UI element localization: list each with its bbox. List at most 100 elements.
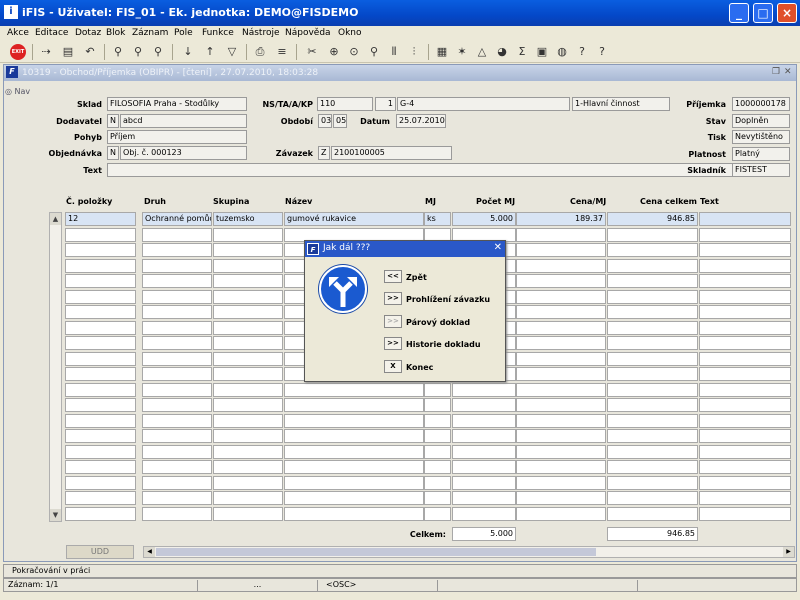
table-cell-empty[interactable] (607, 259, 698, 273)
table-cell-empty[interactable] (452, 383, 516, 397)
table-cell-nazev[interactable]: gumové rukavice (284, 212, 424, 226)
menu-nastroje[interactable]: Nástroje (242, 28, 280, 38)
table-cell-empty[interactable] (65, 352, 136, 366)
calendar-icon[interactable]: ▦ (434, 44, 450, 60)
table-cell-empty[interactable] (142, 290, 212, 304)
exit-icon[interactable]: EXIT (10, 44, 26, 60)
table-cell-empty[interactable] (65, 414, 136, 428)
menu-zaznam[interactable]: Záznam (132, 28, 168, 38)
menu-funkce[interactable]: Funkce (202, 28, 234, 38)
prohlizeni-zavazku-button[interactable]: >> (384, 292, 402, 305)
table-cell-empty[interactable] (699, 321, 791, 335)
sum-icon[interactable]: Σ (514, 44, 530, 60)
table-cell-empty[interactable] (607, 383, 698, 397)
table-cell-empty[interactable] (699, 398, 791, 412)
table-cell-empty[interactable] (142, 367, 212, 381)
table-cell-empty[interactable] (607, 290, 698, 304)
table-cell-empty[interactable] (284, 491, 424, 505)
table-cell-empty[interactable] (213, 305, 283, 319)
table-cell-empty[interactable] (142, 445, 212, 459)
scroll-right-icon[interactable]: ▶ (783, 547, 794, 557)
save-icon[interactable]: ⇢ (38, 44, 54, 60)
table-cell-empty[interactable] (607, 274, 698, 288)
excel-icon[interactable]: ▣ (534, 44, 550, 60)
scroll-up-icon[interactable]: ▲ (50, 213, 61, 225)
scroll-left-icon[interactable]: ◀ (144, 547, 155, 557)
table-cell-empty[interactable] (516, 445, 606, 459)
table-cell-empty[interactable] (213, 507, 283, 521)
table-cell-empty[interactable] (65, 321, 136, 335)
table-cell-empty[interactable] (142, 321, 212, 335)
table-cell-empty[interactable] (607, 445, 698, 459)
table-cell-cena_celkem[interactable]: 946.85 (607, 212, 698, 226)
table-cell-empty[interactable] (65, 383, 136, 397)
help-icon[interactable]: ? (594, 44, 610, 60)
dialog-close-icon[interactable]: ✕ (494, 242, 502, 253)
table-cell-empty[interactable] (213, 290, 283, 304)
table-cell-skupina[interactable]: tuzemsko (213, 212, 283, 226)
dodavatel-flag[interactable]: N (107, 114, 119, 128)
ns-field[interactable]: 110 (317, 97, 373, 111)
table-cell-empty[interactable] (142, 491, 212, 505)
objednavka-field[interactable]: Obj. č. 000123 (120, 146, 247, 160)
table-cell-empty[interactable] (452, 476, 516, 490)
table-cell-empty[interactable] (213, 367, 283, 381)
table-cell-empty[interactable] (607, 336, 698, 350)
table-cell-empty[interactable] (142, 476, 212, 490)
table-cell-empty[interactable] (284, 398, 424, 412)
sort-desc-icon[interactable]: ↑ (202, 44, 218, 60)
undo-icon[interactable]: ↶ (82, 44, 98, 60)
table-cell-empty[interactable] (65, 228, 136, 242)
sort-asc-icon[interactable]: ↓ (180, 44, 196, 60)
restore-icon[interactable]: ❐ (772, 67, 780, 77)
table-cell-empty[interactable] (142, 336, 212, 350)
table-cell-empty[interactable] (607, 228, 698, 242)
table-cell-empty[interactable] (699, 414, 791, 428)
table-cell-empty[interactable] (424, 445, 451, 459)
table-cell-empty[interactable] (516, 398, 606, 412)
table-cell-empty[interactable] (607, 507, 698, 521)
table-cell-empty[interactable] (142, 243, 212, 257)
table-cell-empty[interactable] (213, 228, 283, 242)
print-preview-icon[interactable]: ▤ (60, 44, 76, 60)
table-cell-empty[interactable] (699, 460, 791, 474)
table-cell-empty[interactable] (607, 321, 698, 335)
table-cell-empty[interactable] (699, 336, 791, 350)
table-cell-empty[interactable] (284, 476, 424, 490)
table-cell-empty[interactable] (607, 305, 698, 319)
table-cell-empty[interactable] (213, 383, 283, 397)
col-header-text[interactable]: Text (700, 197, 719, 206)
parovy-doklad-button[interactable]: >> (384, 315, 402, 328)
table-cell-empty[interactable] (65, 243, 136, 257)
a-field[interactable]: G-4 (397, 97, 570, 111)
table-cell-empty[interactable] (142, 398, 212, 412)
scroll-down-icon[interactable]: ▼ (50, 509, 61, 521)
zoom-in-icon[interactable]: ⊕ (326, 44, 342, 60)
col-header-nazev[interactable]: Název (285, 197, 312, 206)
table-cell-empty[interactable] (699, 476, 791, 490)
menu-okno[interactable]: Okno (338, 28, 362, 38)
table-cell-empty[interactable] (699, 367, 791, 381)
table-cell-empty[interactable] (452, 460, 516, 474)
col-header-mj[interactable]: MJ (425, 197, 436, 206)
table-cell-druh[interactable]: Ochranné pomůcky (142, 212, 212, 226)
table-cell-empty[interactable] (516, 367, 606, 381)
table-cell-empty[interactable] (142, 352, 212, 366)
table-cell-c[interactable]: 12 (65, 212, 136, 226)
table-cell-empty[interactable] (213, 274, 283, 288)
query-enter-icon[interactable]: ⚲ (110, 44, 126, 60)
table-cell-empty[interactable] (213, 259, 283, 273)
table-cell-empty[interactable] (284, 460, 424, 474)
star-icon[interactable]: ✶ (454, 44, 470, 60)
table-cell-empty[interactable] (65, 445, 136, 459)
triangle-icon[interactable]: △ (474, 44, 490, 60)
table-cell-empty[interactable] (699, 445, 791, 459)
table-cell-empty[interactable] (213, 460, 283, 474)
col-header-pocet[interactable]: Počet MJ (476, 197, 515, 206)
table-cell-empty[interactable] (516, 507, 606, 521)
menu-editace[interactable]: Editace (35, 28, 68, 38)
col-header-cena-celkem[interactable]: Cena celkem (640, 197, 697, 206)
zavazek-flag[interactable]: Z (318, 146, 330, 160)
table-cell-empty[interactable] (516, 429, 606, 443)
table-cell-empty[interactable] (424, 460, 451, 474)
